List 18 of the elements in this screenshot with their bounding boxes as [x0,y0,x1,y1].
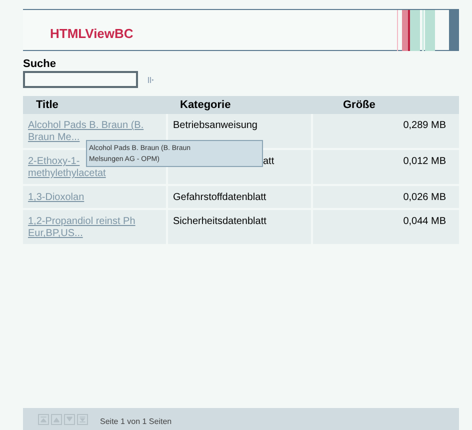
size-text: 0,289 MB [403,120,446,131]
document-link[interactable]: 1,2-Propandiol reinst Ph Eur,BP,US... [23,210,168,244]
app-title: HTMLViewBC [50,24,134,42]
page-info: Seite 1 von 1 Seiten [100,416,172,428]
column-header: Größe [342,98,376,113]
category-text: Sicherheitsdatenblatt [173,216,266,227]
search-label: Suche [23,58,58,71]
search-field[interactable] [23,71,138,88]
size-text: 0,026 MB [403,192,446,203]
size-text: 0,012 MB [403,156,446,167]
category-text: Gefahrstoffdatenblatt [173,192,266,203]
column-header: Kategorie [179,98,232,113]
document-link[interactable]: 1,3-Dioxolan [23,186,168,208]
size-text: 0,044 MB [403,216,446,227]
column-header: Title [35,98,60,113]
category-text: Betriebsanweisung [173,120,258,131]
category-text: att [263,156,274,167]
search-go-icon[interactable] [148,76,154,84]
